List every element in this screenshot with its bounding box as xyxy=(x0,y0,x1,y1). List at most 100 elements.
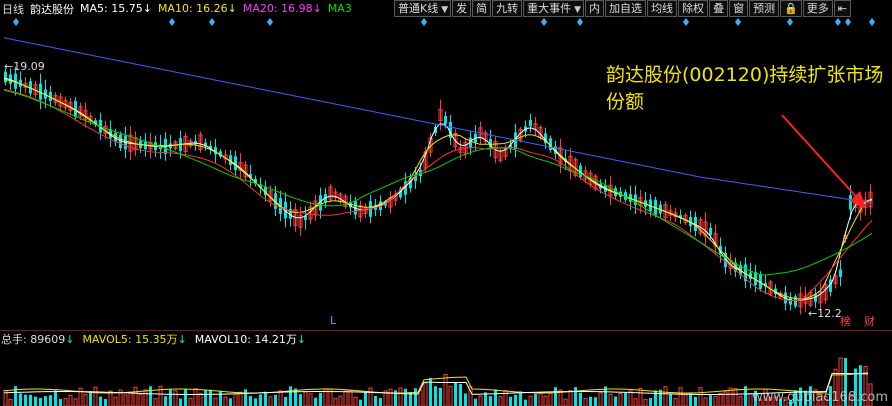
period-label[interactable]: 日线 xyxy=(2,1,24,17)
volume-bar xyxy=(368,387,373,406)
event-marker-icon xyxy=(169,18,175,26)
event-marker-icon xyxy=(835,18,841,26)
volume-bar xyxy=(669,393,672,406)
volume-bar xyxy=(379,398,382,406)
volume-bar xyxy=(223,396,228,406)
collapse-left-button[interactable]: ⇤ xyxy=(833,0,851,17)
volume-bar xyxy=(319,392,322,406)
mavol5-value: MAVOL5: 15.35万↓ xyxy=(82,333,187,346)
event-marker-icon xyxy=(541,18,547,26)
volume-bar xyxy=(694,396,697,406)
volume-bar xyxy=(418,389,423,406)
toolbar-btn-2[interactable]: 简 xyxy=(472,0,492,17)
volume-header: 总手: 89609↓ MAVOL5: 15.35万↓ MAVOL10: 14.2… xyxy=(0,330,892,347)
toolbar-btn-4[interactable]: 重大事件 ▼ xyxy=(523,0,585,17)
volume-bar xyxy=(68,394,73,406)
volume-bar xyxy=(738,396,743,406)
dropdown-arrow-icon: ▼ xyxy=(441,5,449,15)
candle-body xyxy=(814,294,817,302)
volume-bar xyxy=(489,396,492,406)
volume-bar xyxy=(198,392,203,406)
volume-bar xyxy=(698,387,703,406)
volume-bar xyxy=(153,398,158,406)
toolbar-btn-9[interactable]: 叠 xyxy=(709,0,729,17)
volume-bar xyxy=(314,397,317,406)
volume-bar xyxy=(193,388,198,406)
toolbar-btn-1[interactable]: 发 xyxy=(452,0,472,17)
volume-bar xyxy=(169,388,172,406)
volume-bar xyxy=(404,388,407,406)
toolbar-btn-13[interactable]: 更多 xyxy=(802,0,833,17)
volume-bar xyxy=(709,395,712,406)
volume-bar xyxy=(543,395,548,406)
volume-bar xyxy=(498,396,503,406)
volume-bar xyxy=(638,387,643,406)
volume-bar xyxy=(643,399,648,406)
total-volume: 总手: 89609↓ xyxy=(1,333,75,346)
volume-bar xyxy=(49,395,52,406)
volume-bar xyxy=(93,386,98,406)
volume-bar xyxy=(179,398,182,406)
ma10-value: MA10: 16.26↓ xyxy=(157,2,237,15)
volume-bar xyxy=(299,394,302,406)
volume-bar xyxy=(703,397,708,406)
ma20-value: MA20: 16.98↓ xyxy=(242,2,322,15)
volume-bar xyxy=(689,393,692,406)
event-marker-icon xyxy=(577,18,583,26)
volume-bar xyxy=(649,398,652,406)
event-marker-icon xyxy=(421,18,427,26)
volume-bar xyxy=(308,393,313,406)
volume-bar xyxy=(459,383,462,406)
volume-bar xyxy=(284,396,287,406)
volume-bar xyxy=(448,385,453,406)
lock-icon: 🔒 xyxy=(784,2,798,15)
volume-bar xyxy=(128,391,133,406)
volume-bar xyxy=(654,390,657,406)
volume-bar xyxy=(733,388,738,406)
volume-bar xyxy=(238,391,243,406)
toolbar-btn-5[interactable]: 内 xyxy=(585,0,605,17)
volume-bar xyxy=(534,393,537,406)
ma30-value: MA3 xyxy=(327,2,352,15)
volume-bar xyxy=(618,392,623,406)
volume-bar xyxy=(173,390,178,406)
chart-header: 日线 韵达股份 MA5: 15.75↓ MA10: 16.26↓ MA20: 1… xyxy=(0,0,892,17)
volume-bar xyxy=(633,398,638,406)
toolbar-btn-3[interactable]: 九转 xyxy=(492,0,523,17)
toolbar-btn-0[interactable]: 普通K线 ▼ xyxy=(394,0,452,17)
volume-bar xyxy=(24,394,27,406)
volume-bar xyxy=(19,393,22,406)
volume-bar xyxy=(274,395,277,406)
arrow-line xyxy=(781,114,861,202)
volume-bar xyxy=(204,390,207,406)
volume-bar xyxy=(359,399,362,406)
volume-bar xyxy=(78,387,83,406)
event-marker-icon xyxy=(869,18,875,26)
toolbar-btn-11[interactable]: 预测 xyxy=(749,0,780,17)
volume-bar xyxy=(374,395,377,406)
lock-button[interactable]: 🔒 xyxy=(780,0,802,17)
volume-bar xyxy=(583,398,588,406)
bang-marker: 榜 xyxy=(840,314,851,328)
volume-bar xyxy=(423,382,428,406)
toolbar-btn-7[interactable]: 均线 xyxy=(647,0,678,17)
toolbar-btn-6[interactable]: 加自选 xyxy=(605,0,647,17)
volume-bar xyxy=(138,393,143,406)
l-marker: L xyxy=(330,314,337,327)
volume-bar xyxy=(678,387,683,406)
volume-bar xyxy=(439,387,442,406)
volume-bar xyxy=(464,393,467,406)
toolbar-btn-8[interactable]: 除权 xyxy=(678,0,709,17)
volume-bar xyxy=(8,398,13,406)
volume-bar xyxy=(574,387,577,406)
volume-bar xyxy=(149,386,152,406)
volume-bar xyxy=(213,397,218,406)
volume-bar xyxy=(348,390,353,406)
volume-bar xyxy=(123,394,128,406)
ma30-line xyxy=(3,89,873,276)
candle-body xyxy=(4,71,7,83)
volume-bar xyxy=(73,398,78,406)
volume-bar xyxy=(133,386,138,406)
toolbar-btn-10[interactable]: 窗 xyxy=(729,0,749,17)
volume-bar xyxy=(494,389,497,406)
